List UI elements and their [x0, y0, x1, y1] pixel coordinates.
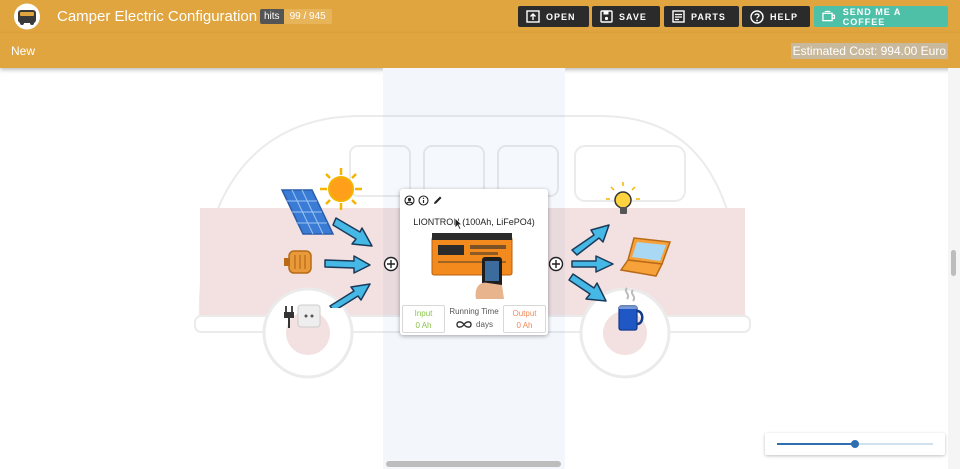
- camper-logo-icon: [14, 3, 40, 30]
- parts-label: PARTS: [691, 11, 726, 22]
- output-stat: Output 0 Ah: [503, 305, 546, 333]
- save-button[interactable]: SAVE: [592, 6, 660, 27]
- laptop-icon: [620, 237, 672, 277]
- input-stat: Input 0 Ah: [402, 305, 445, 333]
- output-label: Output: [512, 309, 537, 318]
- coffee-cup-icon: [822, 10, 836, 22]
- save-label: SAVE: [619, 11, 647, 22]
- help-icon: [750, 9, 764, 24]
- hits-value: 99 / 945: [283, 9, 332, 24]
- app-title: Camper Electric Configuration: [57, 8, 258, 25]
- alternator-icon: [284, 250, 312, 274]
- send-coffee-button[interactable]: SEND ME A COFFEE: [814, 6, 948, 27]
- running-time-unit: days: [476, 320, 493, 329]
- app-root: Camper Electric Configuration hits 99 / …: [0, 0, 960, 469]
- infinity-icon: [456, 321, 472, 328]
- input-value: 0 Ah: [415, 321, 432, 330]
- battery-product-image: [431, 233, 513, 299]
- mouse-cursor-icon: [454, 217, 463, 230]
- output-value: 0 Ah: [516, 321, 533, 330]
- top-bar: Camper Electric Configuration hits 99 / …: [0, 0, 960, 33]
- help-button[interactable]: HELP: [742, 6, 810, 27]
- output-sum-icon: [548, 256, 564, 272]
- input-label: Input: [414, 309, 433, 318]
- horizontal-scroll-thumb[interactable]: [386, 461, 561, 467]
- estimated-cost: Estimated Cost: 994.00 Euro: [790, 43, 948, 59]
- hits-label: hits: [260, 9, 284, 24]
- edit-pencil-icon[interactable]: [432, 193, 443, 204]
- hits-badge: hits 99 / 945: [260, 9, 332, 24]
- info-icon[interactable]: [418, 193, 429, 206]
- parts-list-icon: [672, 10, 685, 23]
- light-bulb-icon: [606, 182, 640, 214]
- running-time: Running Time days: [446, 305, 502, 331]
- vertical-scroll-thumb[interactable]: [951, 250, 956, 276]
- zoom-slider-fill: [777, 443, 855, 445]
- open-file-icon: [526, 10, 540, 23]
- running-time-value-row: days: [446, 318, 502, 331]
- config-name[interactable]: New: [11, 44, 35, 58]
- zoom-slider-handle[interactable]: [851, 440, 859, 448]
- save-icon: [600, 10, 613, 23]
- open-button[interactable]: OPEN: [518, 6, 589, 27]
- coffee-mug-icon: [618, 287, 644, 331]
- battery-card-tools: [404, 193, 443, 206]
- shore-power-plug-icon: [284, 304, 321, 328]
- open-label: OPEN: [546, 11, 576, 22]
- sun-icon: [320, 168, 362, 210]
- config-bar: New Estimated Cost: 994.00 Euro: [0, 33, 960, 68]
- parts-button[interactable]: PARTS: [664, 6, 739, 27]
- coffee-label: SEND ME A COFFEE: [842, 6, 902, 27]
- input-sum-icon: [383, 256, 399, 272]
- settings-icon[interactable]: [404, 193, 415, 206]
- running-time-label: Running Time: [449, 307, 499, 316]
- battery-name: LIONTRON (100Ah, LiFePO4): [413, 217, 535, 227]
- help-label: HELP: [770, 11, 799, 22]
